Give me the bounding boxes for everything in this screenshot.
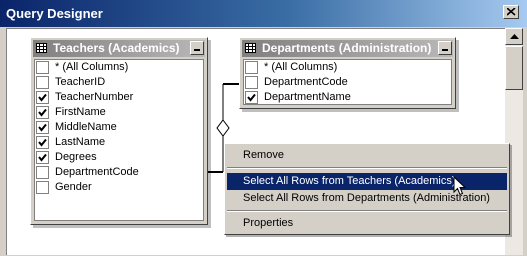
column-row[interactable]: DepartmentCode: [35, 165, 203, 180]
minimize-button[interactable]: [438, 41, 452, 55]
column-row[interactable]: MiddleName: [35, 120, 203, 135]
relationship-diamond-icon[interactable]: [216, 119, 230, 137]
checkmark-icon: [38, 153, 47, 162]
column-checkbox[interactable]: [36, 76, 49, 89]
departments-table[interactable]: Departments (Administration) * (All Colu…: [239, 37, 456, 109]
column-label: DepartmentCode: [264, 76, 348, 88]
menu-item-remove[interactable]: Remove: [227, 147, 507, 164]
minimize-button[interactable]: [190, 41, 204, 55]
column-row[interactable]: TeacherID: [35, 75, 203, 90]
departments-table-header[interactable]: Departments (Administration): [242, 40, 453, 57]
column-checkbox[interactable]: [36, 151, 49, 164]
column-label: Degrees: [55, 151, 97, 163]
column-label: * (All Columns): [264, 61, 338, 73]
column-label: MiddleName: [55, 121, 117, 133]
column-checkbox[interactable]: [36, 121, 49, 134]
column-row[interactable]: * (All Columns): [35, 60, 203, 75]
column-row[interactable]: Gender: [35, 180, 203, 195]
menu-separator: [227, 210, 507, 212]
minimize-icon: [442, 49, 448, 51]
column-label: DepartmentCode: [55, 166, 139, 178]
column-checkbox[interactable]: [36, 166, 49, 179]
checkmark-icon: [38, 93, 47, 102]
column-checkbox[interactable]: [36, 181, 49, 194]
column-label: DepartmentName: [264, 91, 351, 103]
column-row[interactable]: * (All Columns): [244, 60, 451, 75]
close-icon: [507, 8, 516, 16]
column-checkbox[interactable]: [36, 61, 49, 74]
column-checkbox[interactable]: [245, 91, 258, 104]
menu-item-properties[interactable]: Properties: [227, 215, 507, 232]
teachers-table-header[interactable]: Teachers (Academics): [33, 40, 205, 57]
column-label: Gender: [55, 181, 92, 193]
column-label: LastName: [55, 136, 106, 148]
column-checkbox[interactable]: [245, 61, 258, 74]
column-row[interactable]: DepartmentCode: [244, 75, 451, 90]
scroll-up-arrow-icon: [510, 34, 519, 39]
column-row[interactable]: TeacherNumber: [35, 90, 203, 105]
column-checkbox[interactable]: [245, 76, 258, 89]
teachers-table[interactable]: Teachers (Academics) * (All Columns) Teac…: [30, 37, 208, 225]
checkmark-icon: [38, 108, 47, 117]
scroll-thumb[interactable]: [505, 46, 523, 90]
column-label: * (All Columns): [55, 61, 129, 73]
title-bar: Query Designer: [0, 0, 527, 27]
menu-separator: [227, 167, 507, 169]
table-grid-icon: [245, 43, 256, 53]
checkmark-icon: [38, 123, 47, 132]
scroll-up-button[interactable]: [505, 28, 523, 45]
column-row[interactable]: DepartmentName: [244, 90, 451, 104]
column-list: * (All Columns) DepartmentCode DepartmentN…: [243, 59, 452, 105]
column-list: * (All Columns) TeacherID TeacherNumber Fir…: [34, 59, 204, 221]
table-title: Departments (Administration): [262, 41, 432, 55]
column-checkbox[interactable]: [36, 106, 49, 119]
column-row[interactable]: LastName: [35, 135, 203, 150]
window-title: Query Designer: [6, 6, 103, 21]
checkmark-icon: [247, 93, 256, 102]
table-title: Teachers (Academics): [53, 41, 180, 55]
close-button[interactable]: [503, 5, 519, 19]
minimize-icon: [194, 49, 200, 51]
column-row[interactable]: Degrees: [35, 150, 203, 165]
table-grid-icon: [36, 43, 47, 53]
context-menu: Remove Select All Rows from Teachers (Ac…: [224, 143, 510, 235]
column-label: TeacherID: [55, 76, 106, 88]
mouse-cursor-icon: [453, 176, 467, 196]
column-label: TeacherNumber: [55, 91, 134, 103]
column-label: FirstName: [55, 106, 106, 118]
column-checkbox[interactable]: [36, 91, 49, 104]
checkmark-icon: [38, 138, 47, 147]
column-row[interactable]: FirstName: [35, 105, 203, 120]
column-checkbox[interactable]: [36, 136, 49, 149]
